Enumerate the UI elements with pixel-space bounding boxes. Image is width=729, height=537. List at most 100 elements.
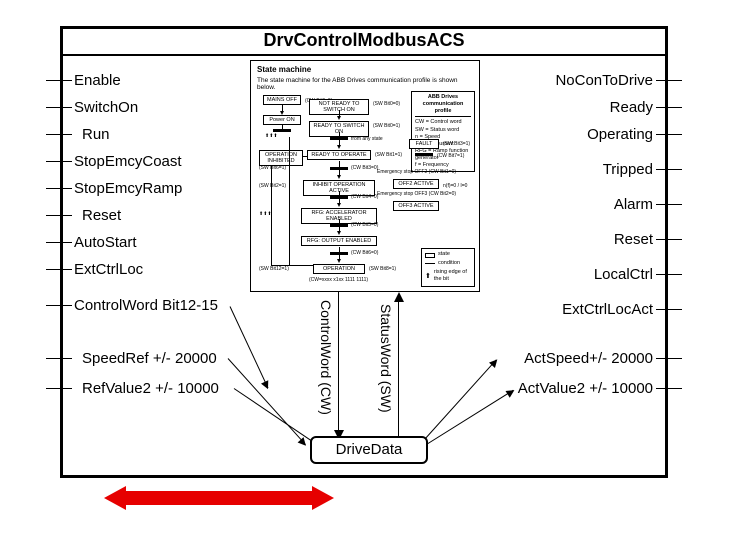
sm-conn [339, 191, 340, 196]
sm-conn [271, 165, 272, 265]
sm-annot: from any state [351, 136, 383, 142]
output-actspeed: ActSpeed+/- 20000 [524, 350, 653, 367]
statusword-label: StatusWord (SW) [378, 304, 394, 413]
sm-bar [415, 153, 433, 156]
input-reset: Reset [82, 207, 121, 224]
tick-operating [656, 134, 682, 135]
input-stopemcyramp: StopEmcyRamp [74, 180, 182, 197]
sm-annot: Emergency stop OFF2 (CW Bit1=0) [377, 169, 456, 175]
output-extctrllocact: ExtCtrlLocAct [562, 301, 653, 318]
input-switchon: SwitchOn [74, 99, 138, 116]
tick-cwbits [46, 305, 72, 306]
output-actvalue2: ActValue2 +/- 10000 [518, 380, 653, 397]
sm-annot: (CW Bit5=0) [351, 222, 378, 228]
tick-switchon [46, 107, 72, 108]
tick-speedref [46, 358, 72, 359]
sm-annot-arrow-icon: ⬆⬆⬆ [265, 133, 278, 139]
sm-annot: (CW Bit7=1) [437, 153, 464, 159]
tick-reset-in [46, 215, 72, 216]
controlword-label: ControlWord (CW) [318, 300, 334, 415]
sm-arrow [337, 145, 341, 149]
output-ready: Ready [610, 99, 653, 116]
title-divider [60, 54, 668, 56]
sm-conn [303, 156, 307, 157]
sm-annot: (CW=xxxx x1xx 1111 1111) [309, 277, 368, 283]
sw-arrow-line [398, 300, 399, 436]
sw-arrowhead-up-icon [394, 292, 404, 302]
sm-annot: n(f)=0 / I=0 [443, 183, 467, 189]
sm-arrow [337, 175, 341, 179]
output-localctrl: LocalCtrl [594, 266, 653, 283]
state-ready-operate: READY TO OPERATE [307, 150, 371, 160]
sm-annot: (SW Bit12=1) [259, 266, 289, 272]
tick-tripped [656, 169, 682, 170]
state-op-inhib: OPERATION INHIBITED [259, 150, 303, 166]
cw-arrow-line [338, 292, 339, 434]
sm-annot: (SW Bit6=1) [259, 165, 286, 171]
sm-annot: (SW Bit2=1) [259, 183, 286, 189]
input-stopemcycoast: StopEmcyCoast [74, 153, 182, 170]
output-operating: Operating [587, 126, 653, 143]
input-enable: Enable [74, 72, 121, 89]
sm-bar [273, 129, 291, 132]
input-cwbits: ControlWord Bit12-15 [74, 297, 218, 314]
sm-arrow [337, 259, 341, 263]
sm-arrow [337, 203, 341, 207]
tick-localctrl [656, 274, 682, 275]
tick-nocontodrive [656, 80, 682, 81]
state-off2: OFF2 ACTIVE [393, 179, 439, 189]
block-title: DrvControlModbusACS [60, 30, 668, 51]
state-rfg-output: RFG: OUTPUT ENABLED [301, 236, 377, 246]
tick-alarm [656, 204, 682, 205]
sm-canvas: MAINS OFF Power ON (CW Bit0=0) ⬆⬆⬆ NOT R… [259, 95, 473, 287]
sm-annot: (SW Bit3=1) [443, 141, 470, 147]
sm-conn [339, 161, 340, 167]
sm-annot: (CW Bit6=0) [351, 250, 378, 256]
drivedata-box: DriveData [310, 436, 428, 464]
sm-conn [282, 125, 283, 129]
tick-stopemcyramp [46, 188, 72, 189]
state-operation: OPERATION [313, 264, 365, 274]
tick-ready [656, 107, 682, 108]
sm-conn [339, 219, 340, 224]
tick-autostart [46, 242, 72, 243]
input-extctrlloc: ExtCtrlLoc [74, 261, 143, 278]
tick-enable [46, 80, 72, 81]
tick-actspeed [656, 358, 682, 359]
state-machine-panel: State machine The state machine for the … [250, 60, 480, 292]
sm-annot: Emergency stop OFF3 (CW Bit2=0) [377, 191, 456, 197]
sm-subtitle: The state machine for the ABB Drives com… [257, 77, 473, 93]
sm-annot: (SW Bit0=0) [373, 101, 400, 107]
tick-extctrlloc [46, 269, 72, 270]
sm-conn [339, 247, 340, 252]
sm-conn [271, 265, 313, 266]
state-fault: FAULT [409, 139, 439, 149]
input-run: Run [82, 126, 110, 143]
output-reset: Reset [614, 231, 653, 248]
tick-reset-out [656, 239, 682, 240]
output-alarm: Alarm [614, 196, 653, 213]
tick-actvalue2 [656, 388, 682, 389]
sm-conn [339, 132, 340, 137]
input-speedref: SpeedRef +/- 20000 [82, 350, 217, 367]
sm-annot: (SW Bit0=1) [373, 123, 400, 129]
drivedata-variable-arrow: DriveData Variable [104, 486, 334, 510]
input-refvalue2: RefValue2 +/- 10000 [82, 380, 219, 397]
sm-heading: State machine [257, 65, 473, 75]
tick-extctrllocact [656, 309, 682, 310]
drivedata-variable-label: DriveData Variable [104, 486, 334, 510]
sm-annot: (CW Bit4=0) [351, 194, 378, 200]
sm-arrow [337, 116, 341, 120]
sm-conn [289, 137, 290, 265]
sm-arrow [337, 231, 341, 235]
state-power-on: Power ON [263, 115, 301, 125]
tick-run [46, 134, 72, 135]
sm-annot-arrow-icon: ⬆⬆⬆ [259, 211, 272, 217]
state-off3: OFF3 ACTIVE [393, 201, 439, 211]
input-autostart: AutoStart [74, 234, 137, 251]
sm-annot: (CW Bit3=0) [351, 165, 378, 171]
sm-annot: (SW Bit1=1) [375, 152, 402, 158]
sm-annot: (SW Bit8=1) [369, 266, 396, 272]
tick-stopemcycoast [46, 161, 72, 162]
tick-refvalue2 [46, 388, 72, 389]
